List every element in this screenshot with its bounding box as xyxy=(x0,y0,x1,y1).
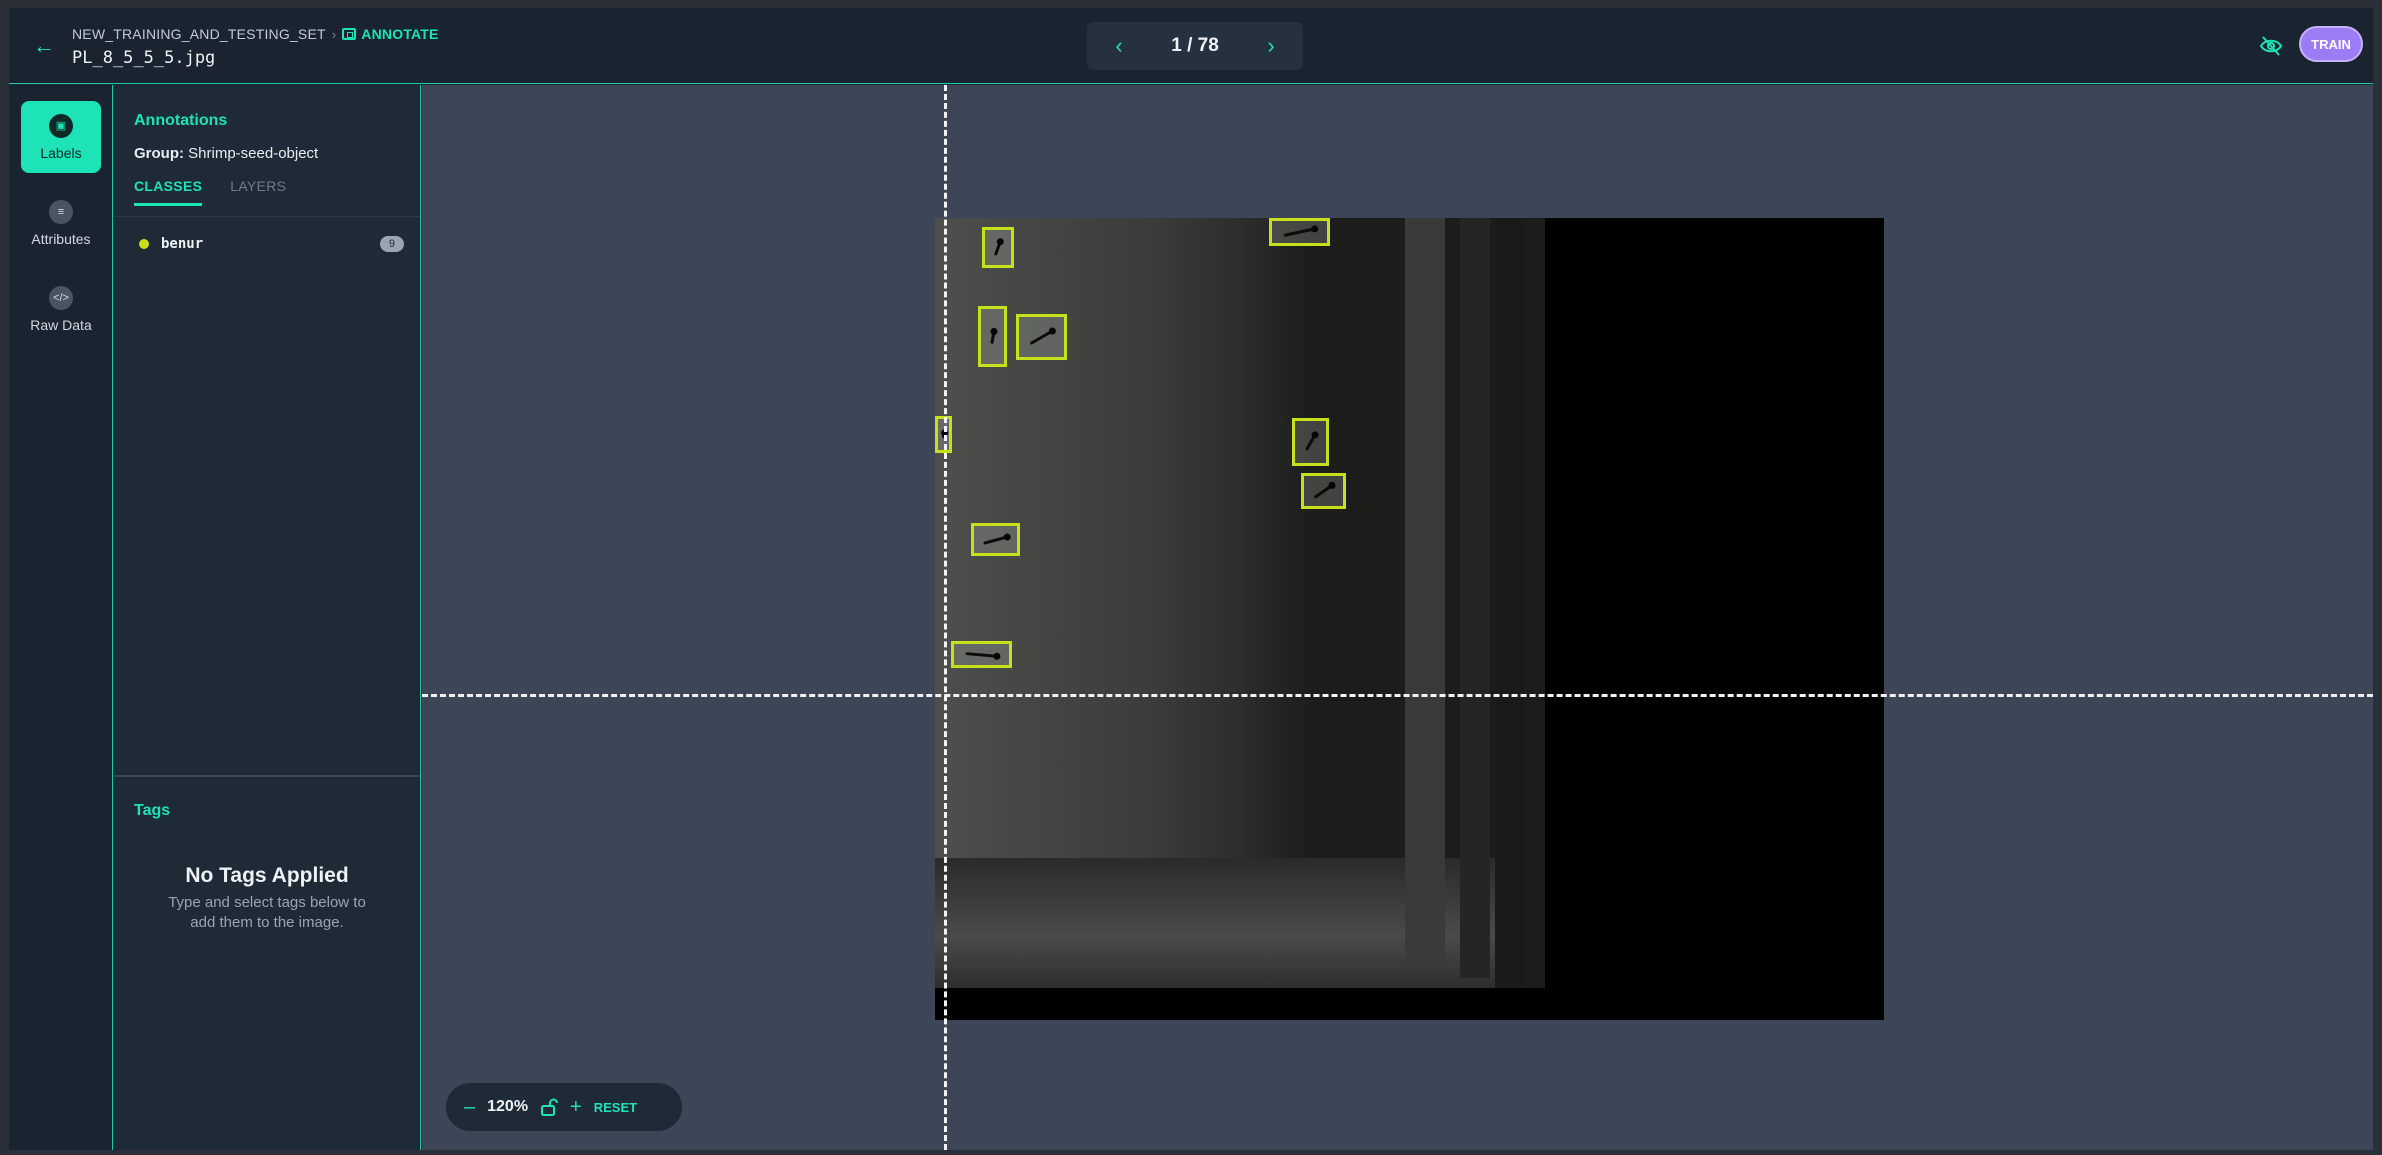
label-icon: ▣ xyxy=(49,113,73,138)
breadcrumb-dataset[interactable]: NEW_TRAINING_AND_TESTING_SET xyxy=(72,26,326,42)
bounding-box[interactable] xyxy=(971,523,1020,556)
class-item-benur[interactable]: benur 9 xyxy=(134,232,404,256)
rail-item-attributes[interactable]: ≡ Attributes xyxy=(21,187,101,259)
breadcrumb-current-label: ANNOTATE xyxy=(361,26,439,42)
annotate-icon xyxy=(342,28,357,40)
app-window: ← NEW_TRAINING_AND_TESTING_SET › ANNOTAT… xyxy=(9,8,2373,1150)
reset-zoom-button[interactable]: RESET xyxy=(594,1100,637,1115)
left-icon-rail: ▣ Labels ≡ Attributes </> Raw Data xyxy=(9,85,113,1150)
bounding-box[interactable] xyxy=(1301,473,1346,509)
train-button[interactable]: TRAIN xyxy=(2299,26,2363,62)
bounding-box[interactable] xyxy=(982,227,1014,268)
bounding-box[interactable] xyxy=(1292,418,1329,466)
annotated-image[interactable] xyxy=(935,218,1884,1020)
no-tags-title: No Tags Applied xyxy=(185,864,349,887)
eye-off-icon[interactable] xyxy=(2259,35,2283,57)
rail-item-label: Labels xyxy=(40,144,82,161)
bounding-box[interactable] xyxy=(978,306,1007,367)
group-prefix: Group: xyxy=(134,145,184,162)
tab-layers[interactable]: LAYERS xyxy=(230,178,286,206)
back-arrow-icon[interactable]: ← xyxy=(33,34,61,58)
rail-item-raw-data[interactable]: </> Raw Data xyxy=(21,273,101,345)
breadcrumb-current: ANNOTATE xyxy=(342,26,438,42)
tab-classes[interactable]: CLASSES xyxy=(134,178,203,206)
panel-tabs: CLASSES LAYERS xyxy=(134,178,286,206)
annotations-panel: Annotations Group: Shrimp-seed-object CL… xyxy=(114,85,421,1150)
bounding-box[interactable] xyxy=(1269,218,1330,246)
crosshair-vertical xyxy=(944,85,947,1150)
group-line: Group: Shrimp-seed-object xyxy=(134,145,318,162)
prev-image-button[interactable]: ‹ xyxy=(1109,33,1129,59)
code-icon: </> xyxy=(49,285,73,310)
annotation-canvas[interactable]: – 120% + RESET xyxy=(422,85,2373,1150)
panel-title: Annotations xyxy=(134,112,228,129)
next-image-button[interactable]: › xyxy=(1261,33,1281,59)
class-count-badge: 9 xyxy=(379,236,404,252)
group-name: Shrimp-seed-object xyxy=(188,145,319,162)
breadcrumb-separator-icon: › xyxy=(331,26,337,42)
class-name: benur xyxy=(161,236,204,252)
bounding-box[interactable] xyxy=(1016,314,1067,360)
image-pager: ‹ 1 / 78 › xyxy=(1087,22,1303,70)
tags-divider xyxy=(114,775,420,777)
rail-item-label: Attributes xyxy=(31,230,91,247)
image-content xyxy=(935,218,1884,1020)
rail-item-labels[interactable]: ▣ Labels xyxy=(21,101,101,173)
top-bar: ← NEW_TRAINING_AND_TESTING_SET › ANNOTAT… xyxy=(9,8,2373,84)
bounding-box[interactable] xyxy=(951,641,1012,668)
tabs-divider xyxy=(114,216,420,217)
breadcrumb: NEW_TRAINING_AND_TESTING_SET › ANNOTATE xyxy=(72,26,439,42)
page-counter: 1 / 78 xyxy=(1171,35,1219,56)
class-color-dot xyxy=(139,239,149,249)
unlock-icon[interactable] xyxy=(540,1098,559,1116)
zoom-in-button[interactable]: + xyxy=(570,1096,582,1119)
zoom-level: 120% xyxy=(487,1098,529,1115)
rail-item-label: Raw Data xyxy=(30,316,92,333)
list-icon: ≡ xyxy=(49,199,73,224)
tags-title: Tags xyxy=(134,802,171,819)
crosshair-horizontal xyxy=(422,694,2373,697)
image-filename: PL_8_5_5_5.jpg xyxy=(72,48,216,68)
no-tags-description: Type and select tags below to add them t… xyxy=(168,894,366,931)
zoom-controls: – 120% + RESET xyxy=(446,1083,682,1131)
zoom-out-button[interactable]: – xyxy=(464,1096,475,1119)
